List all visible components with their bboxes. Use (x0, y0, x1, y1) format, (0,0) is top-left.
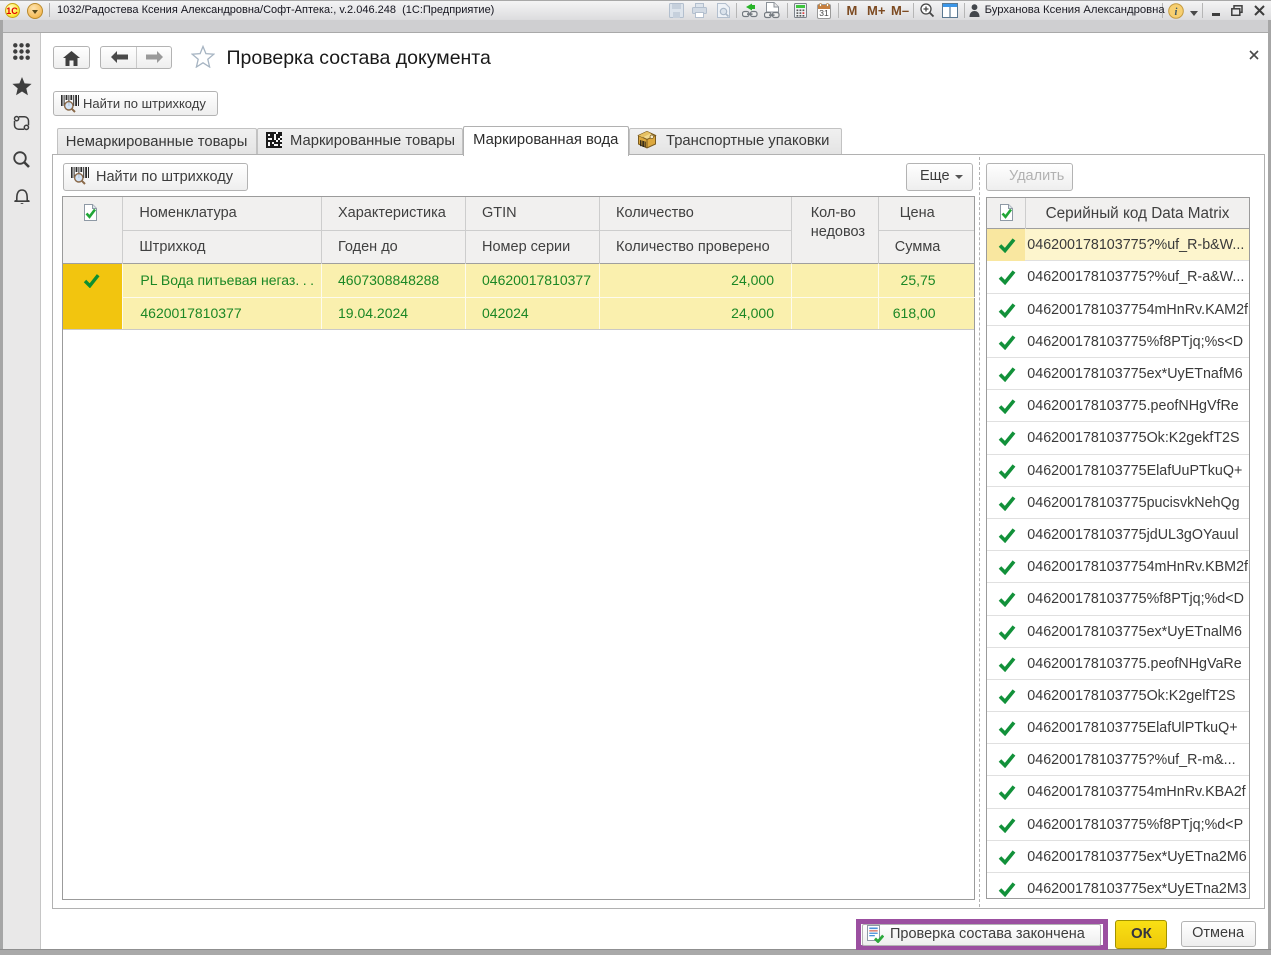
svg-text:i: i (1175, 7, 1178, 18)
svg-text:31: 31 (819, 8, 829, 18)
